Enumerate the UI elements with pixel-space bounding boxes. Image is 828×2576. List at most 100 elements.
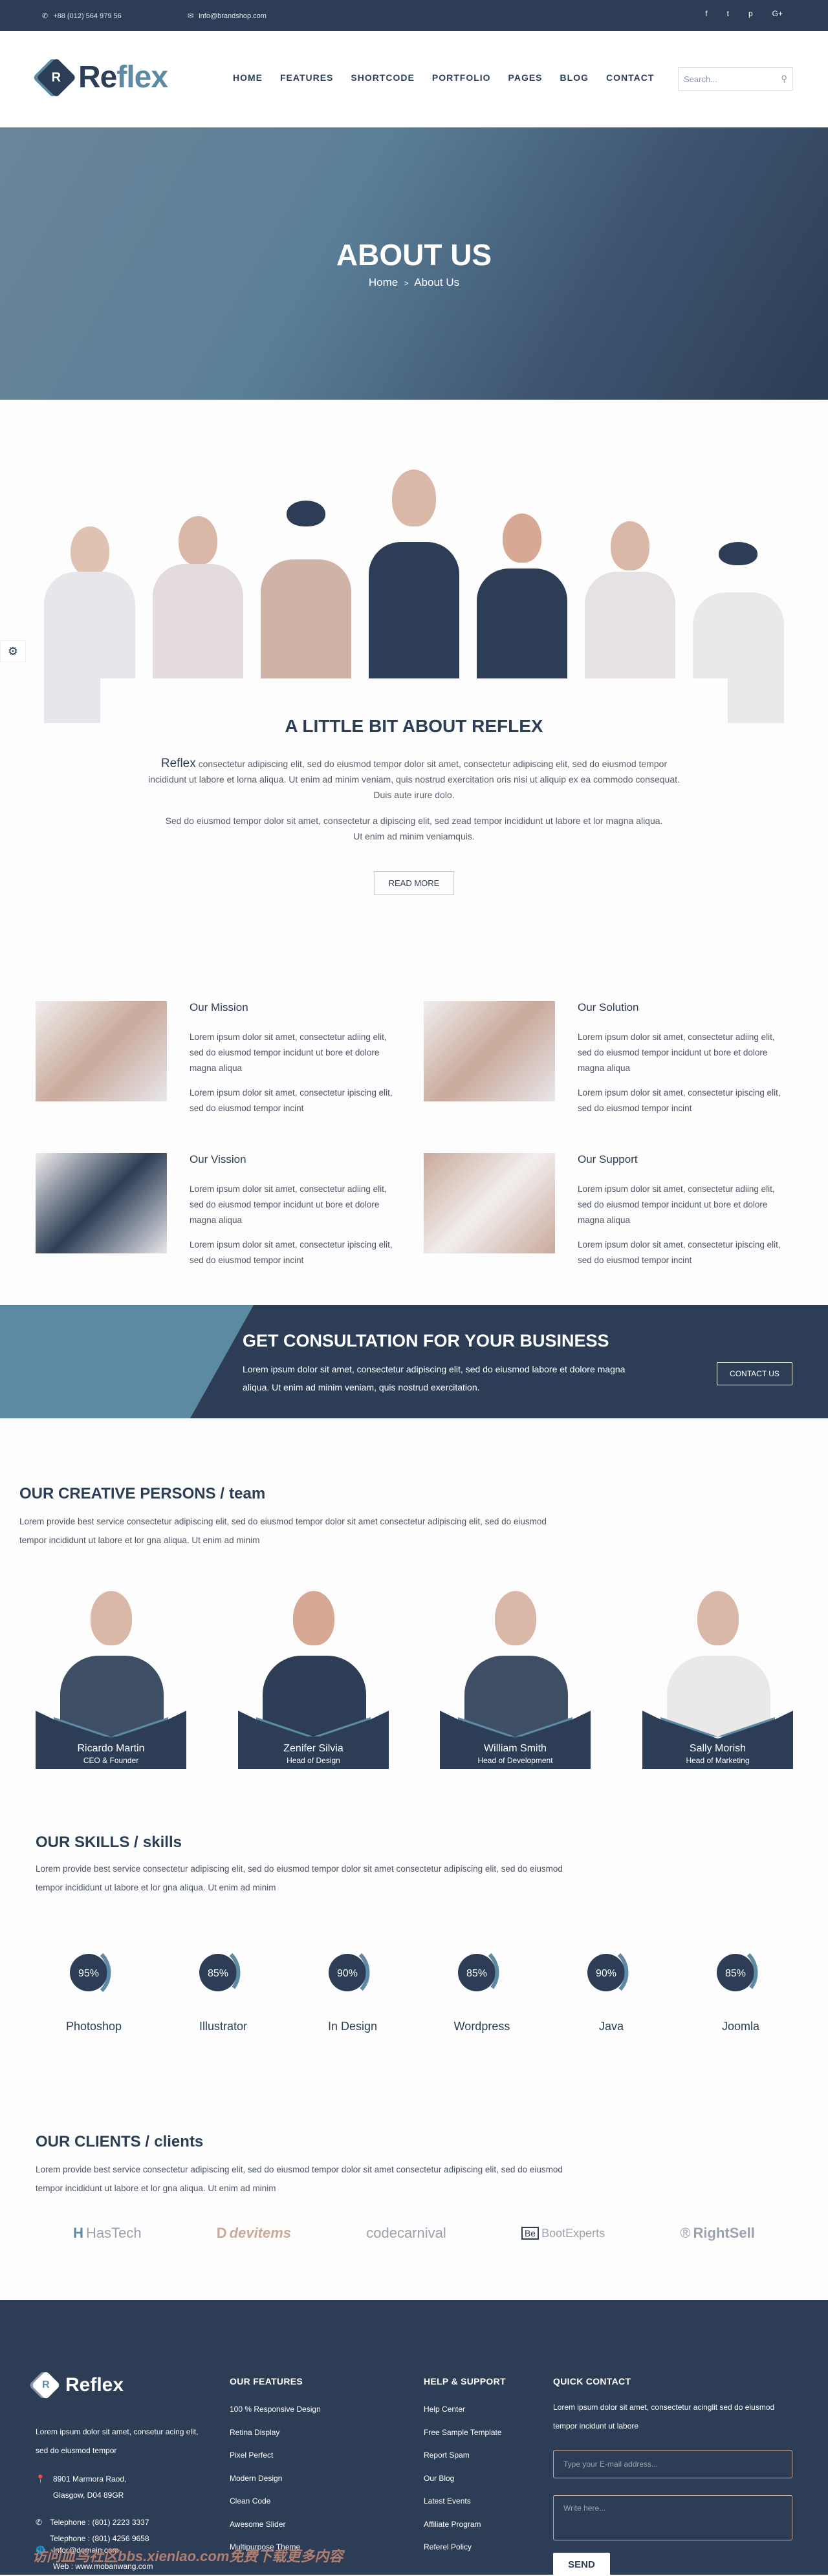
- logo[interactable]: R Reflex: [36, 57, 168, 98]
- client-logo-codecarnival[interactable]: codecarnival: [366, 2225, 446, 2242]
- feature-solution: Our Solution Lorem ipsum dolor sit amet,…: [424, 1001, 786, 1131]
- feature-vision: Our Vission Lorem ipsum dolor sit amet, …: [36, 1153, 398, 1283]
- team-member: Ricardo Martin CEO & Founder: [36, 1578, 186, 1769]
- google-plus-icon[interactable]: G+: [772, 9, 783, 18]
- footer-features-list: 100 % Responsive Design Retina Display Pix…: [230, 2398, 321, 2559]
- search-input[interactable]: Search...: [684, 74, 717, 84]
- footer-link[interactable]: Report Spam: [424, 2444, 506, 2467]
- feature-title: Our Mission: [190, 1001, 248, 1013]
- topbar-email[interactable]: ✉ info@brandshop.com: [188, 12, 267, 21]
- facebook-icon[interactable]: f: [705, 9, 707, 18]
- send-button[interactable]: SEND: [553, 2553, 610, 2576]
- skill-gauge: 90%: [587, 1953, 629, 1993]
- phone-line: Telephone : (801) 2223 3337: [50, 2518, 149, 2527]
- footer: R Reflex Lorem ipsum dolor sit amet, con…: [0, 2300, 828, 2576]
- feature-support: Our Support Lorem ipsum dolor sit amet, …: [424, 1153, 786, 1283]
- team-title-main: OUR CREATIVE PERSONS /: [19, 1485, 224, 1502]
- contact-us-button[interactable]: CONTACT US: [717, 1362, 792, 1385]
- clients-title: OUR CLIENTS / clients: [36, 2131, 203, 2151]
- skill-item: 95% Photoshop: [29, 1943, 158, 2033]
- skill-gauge: 85%: [458, 1953, 499, 1993]
- footer-link[interactable]: Help Center: [424, 2398, 506, 2421]
- feature-text: Lorem ipsum dolor sit amet, consectetur …: [190, 1088, 393, 1113]
- skill-label: Joomla: [721, 2020, 760, 2033]
- nav-portfolio[interactable]: PORTFOLIO: [432, 72, 491, 83]
- footer-link[interactable]: Free Sample Template: [424, 2421, 506, 2445]
- skill-gauge: 85%: [199, 1953, 241, 1993]
- nav-blog[interactable]: BLOG: [560, 72, 589, 83]
- consultation-banner: GET CONSULTATION FOR YOUR BUSINESS Lorem…: [0, 1305, 828, 1418]
- feature-text: Lorem ipsum dolor sit amet, consectetur …: [190, 1240, 393, 1265]
- nav-shortcode[interactable]: SHORTCODE: [351, 72, 414, 83]
- member-role: Head of Marketing: [686, 1756, 750, 1765]
- search-icon[interactable]: ⚲: [781, 74, 787, 84]
- settings-gear-icon[interactable]: ⚙: [0, 640, 26, 662]
- client-logo-rightsell[interactable]: ® RightSell: [680, 2225, 755, 2242]
- email-input[interactable]: Type your E-mail address...: [553, 2450, 792, 2478]
- client-name: devitems: [229, 2225, 292, 2241]
- footer-features-title: OUR FEATURES: [230, 2376, 303, 2387]
- breadcrumb-current: About Us: [414, 276, 460, 288]
- client-logo-devitems[interactable]: Ddevitems: [217, 2225, 291, 2242]
- client-logo-hastech[interactable]: H HasTech: [73, 2225, 141, 2242]
- footer-link[interactable]: Pixel Perfect: [230, 2444, 321, 2467]
- feature-text: Lorem ipsum dolor sit amet, consectetur …: [190, 1032, 387, 1073]
- about-text-1: consectetur adipiscing elit, sed do eius…: [148, 759, 680, 800]
- client-name: BootExperts: [541, 2226, 605, 2240]
- footer-help-title: HELP & SUPPORT: [424, 2376, 506, 2387]
- clients-title-small: clients: [154, 2133, 204, 2150]
- footer-link[interactable]: Modern Design: [230, 2467, 321, 2491]
- skill-item: 85% Joomla: [676, 1943, 805, 2033]
- read-more-button[interactable]: READ MORE: [373, 871, 455, 895]
- team-text: Lorem provide best service consectetur a…: [19, 1517, 547, 1545]
- email-link[interactable]: info@brandshop.com: [199, 12, 267, 20]
- logo-text-1: Re: [78, 60, 117, 94]
- member-photo: [91, 1591, 132, 1645]
- footer-logo-text: Reflex: [65, 2374, 124, 2396]
- feature-mission: Our Mission Lorem ipsum dolor sit amet, …: [36, 1001, 398, 1131]
- logo-text: Reflex: [78, 60, 168, 95]
- nav-contact[interactable]: CONTACT: [606, 72, 654, 83]
- clients-text: Lorem provide best service consectetur a…: [36, 2165, 563, 2193]
- footer-link[interactable]: Retina Display: [230, 2421, 321, 2445]
- footer-link[interactable]: Our Blog: [424, 2467, 506, 2491]
- footer-link[interactable]: Affiliate Program: [424, 2513, 506, 2537]
- message-textarea[interactable]: Write here...: [553, 2495, 792, 2540]
- footer-link[interactable]: 100 % Responsive Design: [230, 2398, 321, 2421]
- twitter-icon[interactable]: t: [727, 9, 729, 18]
- footer-link[interactable]: Awesome Slider: [230, 2513, 321, 2537]
- logo-letter: R: [51, 69, 61, 84]
- footer-link[interactable]: Clean Code: [230, 2490, 321, 2513]
- topbar-phone: ✆ +88 (012) 564 979 56: [42, 12, 122, 21]
- feature-text: Lorem ipsum dolor sit amet, consectetur …: [578, 1240, 781, 1265]
- banner-accent-shape: [0, 1305, 254, 1418]
- footer-link[interactable]: Referel Policy: [424, 2536, 506, 2559]
- footer-link[interactable]: Latest Events: [424, 2490, 506, 2513]
- skill-percent: 85%: [466, 1968, 487, 1979]
- member-name: Ricardo Martin: [77, 1743, 145, 1754]
- watermark: 访问血鸟社区bbs.xienlao.com免费下载更多内容: [32, 2548, 343, 2564]
- nav-home[interactable]: HOME: [233, 72, 263, 83]
- skill-percent: 90%: [337, 1968, 358, 1979]
- member-name: Sally Morish: [689, 1743, 746, 1754]
- main-nav: HOME FEATURES SHORTCODE PORTFOLIO PAGES …: [233, 72, 654, 83]
- footer-logo[interactable]: R Reflex: [31, 2370, 124, 2400]
- skill-item: 85% Illustrator: [158, 1943, 288, 2033]
- nav-features[interactable]: FEATURES: [280, 72, 333, 83]
- team-member: Zenifer Silvia Head of Design: [238, 1578, 389, 1769]
- top-bar: ✆ +88 (012) 564 979 56 ✉ info@brandshop.co…: [0, 0, 828, 31]
- team-member: William Smith Head of Development: [440, 1578, 591, 1769]
- pinterest-icon[interactable]: p: [748, 9, 753, 18]
- clients-title-main: OUR CLIENTS /: [36, 2133, 150, 2150]
- footer-features: OUR FEATURES 100 % Responsive Design Reti…: [230, 2376, 321, 2559]
- logo-mark: R: [36, 57, 77, 98]
- breadcrumb-home[interactable]: Home: [369, 276, 398, 288]
- address-line: 8901 Marmora Raod,: [52, 2474, 127, 2484]
- footer-help-list: Help Center Free Sample Template Report Sp…: [424, 2398, 506, 2559]
- skill-label: Wordpress: [453, 2020, 510, 2033]
- feature-image: [424, 1001, 555, 1101]
- client-logo-bootexperts[interactable]: Be BootExperts: [521, 2227, 605, 2240]
- nav-pages[interactable]: PAGES: [508, 72, 543, 83]
- page-title: ABOUT US: [336, 238, 492, 272]
- search-box[interactable]: Search... ⚲: [678, 67, 793, 91]
